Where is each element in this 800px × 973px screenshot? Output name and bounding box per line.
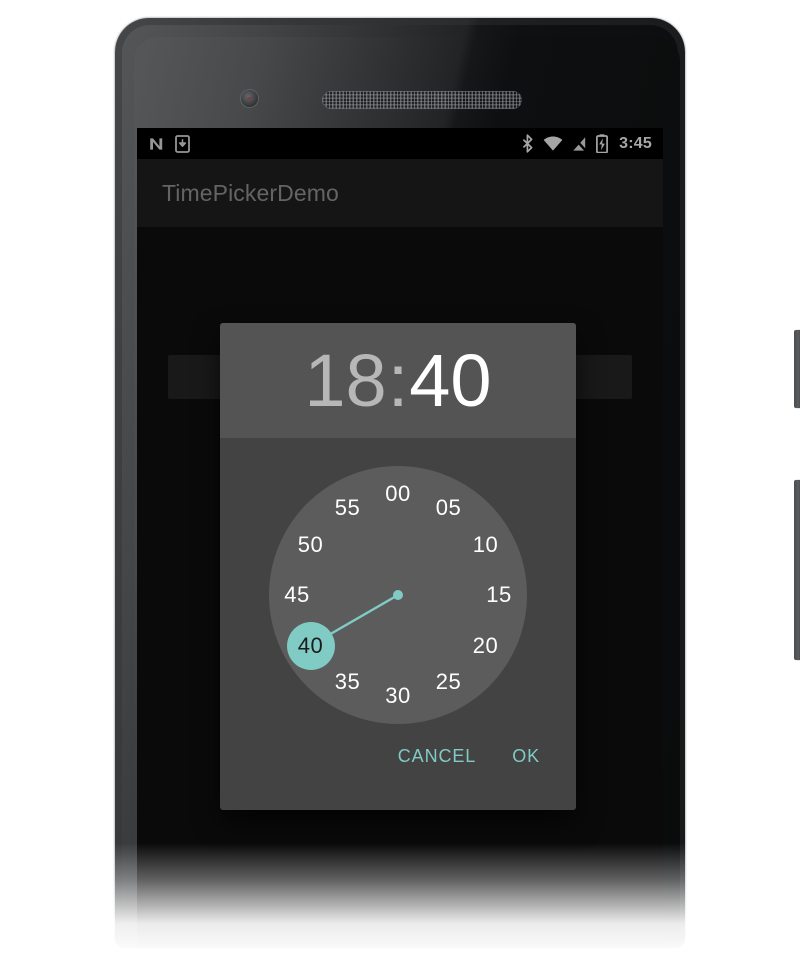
camera-icon [241,90,258,107]
clock-number-35[interactable]: 35 [328,662,368,702]
time-separator: : [387,338,409,422]
clock-face-container: 00 05 10 15 20 25 30 35 40 45 50 55 [220,438,576,740]
clock-face[interactable]: 00 05 10 15 20 25 30 35 40 45 50 55 [269,466,527,724]
volume-rocker[interactable] [794,480,800,660]
time-picker-dialog: 18 : 40 00 05 10 15 20 25 30 35 40 45 50 55 CANCEL … [220,323,576,810]
power-button[interactable] [794,330,800,408]
clock-center-dot [393,590,403,600]
dialog-action-bar: CANCEL OK [220,740,576,810]
phone-screen: 3:45 TimePickerDemo PICK TIME Picked tim… [137,128,663,948]
clock-number-05[interactable]: 05 [429,488,469,528]
clock-number-25[interactable]: 25 [429,662,469,702]
clock-number-15[interactable]: 15 [479,575,519,615]
time-picker-header: 18 : 40 [220,323,576,438]
ok-button[interactable]: OK [498,740,554,773]
cancel-button[interactable]: CANCEL [384,740,490,773]
hours-value[interactable]: 18 [304,343,386,418]
clock-number-20[interactable]: 20 [465,626,505,666]
clock-number-50[interactable]: 50 [291,525,331,565]
clock-number-30[interactable]: 30 [378,676,418,716]
clock-number-55[interactable]: 55 [328,488,368,528]
clock-number-00[interactable]: 00 [378,474,418,514]
speaker-grille-icon [322,91,522,109]
minutes-value[interactable]: 40 [409,343,491,418]
clock-number-10[interactable]: 10 [465,525,505,565]
clock-number-45[interactable]: 45 [277,575,317,615]
time-display: 18 : 40 [304,338,491,422]
clock-number-40[interactable]: 40 [291,626,331,666]
